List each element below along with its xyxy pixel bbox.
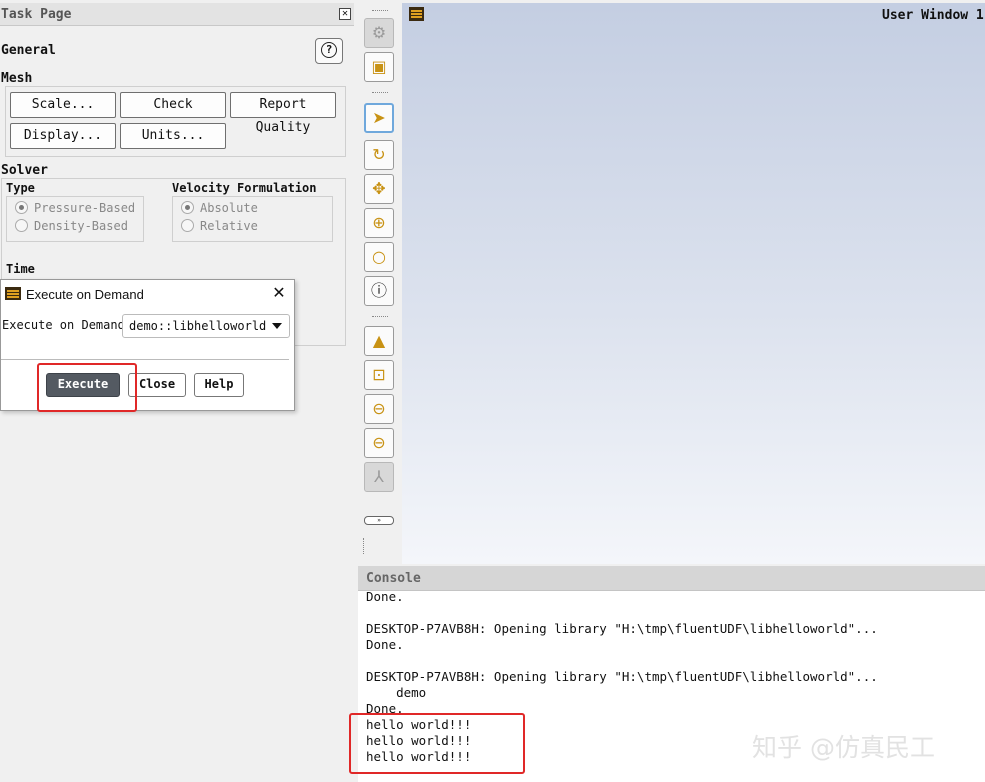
pan-icon: ✥: [372, 179, 386, 198]
zoom-button[interactable]: ○: [364, 242, 394, 272]
console-line: Done.: [366, 589, 404, 604]
highlight-box-hello-world: [349, 713, 525, 774]
zoom-out-button[interactable]: ⊖: [364, 428, 394, 458]
radio-absolute[interactable]: Absolute: [181, 201, 258, 215]
console-header: Console: [358, 566, 985, 591]
mesh-check-button[interactable]: Check: [120, 92, 226, 118]
pointer-icon: ➤: [372, 108, 386, 127]
console-line: DESKTOP-P7AVB8H: Opening library "H:\tmp…: [366, 669, 878, 684]
task-page-title: Task Page: [1, 7, 72, 22]
axes-icon: ⅄: [374, 467, 384, 486]
pan-button[interactable]: ✥: [364, 174, 394, 204]
zoom-icon: ○: [372, 247, 386, 266]
rotate-button[interactable]: ↻: [364, 140, 394, 170]
radio-indicator: [181, 219, 194, 232]
udf-function-dropdown[interactable]: demo::libhelloworld: [122, 314, 290, 338]
mesh-scale-button[interactable]: Scale...: [10, 92, 116, 118]
radio-selected-indicator: [15, 201, 28, 214]
help-button[interactable]: ?: [315, 38, 343, 64]
help-icon: ?: [321, 42, 337, 58]
radio-absolute-label: Absolute: [200, 201, 258, 215]
time-label: Time: [6, 262, 35, 276]
graphics-toolbar: ⚙ ▣ ➤ ↻ ✥ ⊕ ○ ⓘ ▲ ⊡ ⊖ ⊖ ⅄ »: [358, 0, 400, 565]
task-page-header: Task Page ✕: [0, 3, 354, 26]
zoom-previous-button[interactable]: ⊖: [364, 394, 394, 424]
radio-selected-indicator: [181, 201, 194, 214]
console-title: Console: [366, 571, 421, 586]
select-box-button[interactable]: ▣: [364, 52, 394, 82]
general-section-title: General: [1, 43, 56, 58]
solver-label: Solver: [1, 163, 48, 178]
dialog-close-icon[interactable]: ✕: [271, 284, 287, 302]
radio-pressure-based[interactable]: Pressure-Based: [15, 201, 135, 215]
globe-button[interactable]: ⚙: [364, 18, 394, 48]
toolbar-grip[interactable]: [372, 316, 388, 319]
mesh-label: Mesh: [1, 71, 33, 86]
zoom-in-out-button[interactable]: ⊕: [364, 208, 394, 238]
pointer-button[interactable]: ➤: [364, 103, 394, 133]
mesh-units-button[interactable]: Units...: [120, 123, 226, 149]
zoom-out-icon: ⊖: [372, 433, 386, 452]
task-page-close-icon[interactable]: ✕: [339, 8, 351, 20]
mesh-display-button[interactable]: Display...: [10, 123, 116, 149]
model-button[interactable]: ▲: [364, 326, 394, 356]
info-icon: ⓘ: [370, 281, 387, 300]
zoom-fit-button[interactable]: ⊡: [364, 360, 394, 390]
zoom-in-out-icon: ⊕: [372, 213, 386, 232]
execute-on-demand-label: Execute on Demand: [2, 318, 125, 332]
radio-density-based[interactable]: Density-Based: [15, 219, 128, 233]
help-button-dialog[interactable]: Help: [194, 373, 244, 397]
radio-pressure-based-label: Pressure-Based: [34, 201, 136, 215]
dropdown-selected-value: demo::libhelloworld: [129, 319, 267, 333]
radio-indicator: [15, 219, 28, 232]
select-box-icon: ▣: [371, 57, 387, 76]
toolbar-grip[interactable]: [372, 10, 388, 13]
console-line: DESKTOP-P7AVB8H: Opening library "H:\tmp…: [366, 621, 878, 636]
console-splitter-grip[interactable]: [363, 538, 366, 554]
velocity-formulation-label: Velocity Formulation: [172, 181, 317, 195]
console-line: Done.: [366, 637, 404, 652]
model-icon: ▲: [372, 331, 386, 350]
dialog-divider: [1, 359, 289, 360]
radio-density-based-label: Density-Based: [34, 219, 128, 233]
graphics-window-title: User Window 1: [882, 8, 984, 23]
globe-icon: ⚙: [371, 23, 387, 42]
fluent-logo-icon: [409, 7, 424, 21]
rotate-icon: ↻: [372, 145, 386, 164]
solver-type-label: Type: [6, 181, 35, 195]
zoom-previous-icon: ⊖: [372, 399, 386, 418]
toolbar-expand-toggle[interactable]: »: [364, 516, 394, 525]
graphics-window[interactable]: User Window 1: [402, 3, 985, 564]
watermark: 知乎 @仿真民工: [752, 733, 935, 762]
toolbar-grip[interactable]: [372, 92, 388, 95]
highlight-box-execute: [37, 363, 137, 412]
chevron-down-icon: [272, 323, 282, 329]
axes-button[interactable]: ⅄: [364, 462, 394, 492]
fluent-logo-icon: [5, 287, 21, 300]
radio-relative-label: Relative: [200, 219, 258, 233]
radio-relative[interactable]: Relative: [181, 219, 258, 233]
mesh-report-quality-button[interactable]: Report Quality: [230, 92, 336, 135]
console-line: demo: [366, 685, 427, 700]
zoom-fit-icon: ⊡: [372, 365, 386, 384]
info-button[interactable]: ⓘ: [364, 276, 394, 306]
dialog-title: Execute on Demand: [26, 287, 144, 302]
